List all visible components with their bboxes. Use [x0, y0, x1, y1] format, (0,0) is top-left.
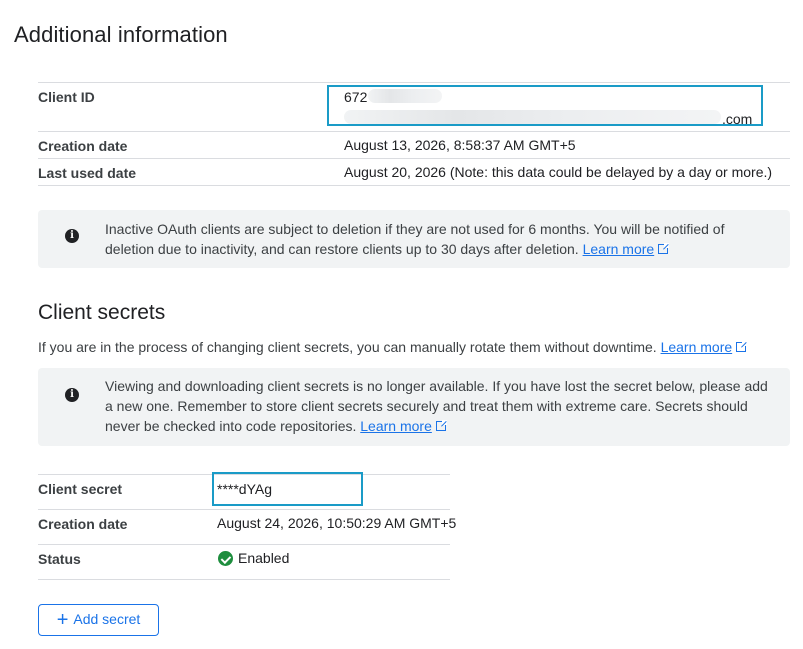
last-used-label: Last used date — [38, 165, 137, 181]
status-text: Enabled — [238, 550, 290, 566]
divider — [38, 82, 790, 83]
divider — [38, 185, 790, 186]
client-id-prefix: 672 — [344, 89, 368, 105]
client-secrets-title: Client secrets — [38, 301, 166, 324]
add-secret-label: Add secret — [73, 610, 141, 627]
external-link-icon — [435, 420, 447, 431]
divider — [38, 509, 450, 510]
learn-more-link[interactable]: Learn more — [583, 241, 655, 257]
inactive-clients-banner: i Inactive OAuth clients are subject to … — [38, 210, 790, 268]
learn-more-link[interactable]: Learn more — [661, 339, 733, 355]
client-id-redacted — [344, 110, 721, 124]
last-used-value: August 20, 2026 (Note: this data could b… — [344, 164, 773, 180]
learn-more-link[interactable]: Learn more — [360, 418, 432, 434]
secrets-warning-banner: i Viewing and downloading client secrets… — [38, 368, 790, 446]
add-secret-button[interactable]: + Add secret — [38, 604, 159, 636]
divider — [38, 158, 790, 159]
client-id-label: Client ID — [38, 89, 95, 105]
status-label: Status — [38, 551, 81, 567]
additional-info-title: Additional information — [14, 22, 228, 47]
info-icon: i — [65, 388, 79, 402]
client-id-suffix: .com — [722, 111, 753, 127]
creation-date-value: August 13, 2026, 8:58:37 AM GMT+5 — [344, 137, 576, 153]
client-secret-label: Client secret — [38, 481, 123, 497]
external-link-icon — [736, 341, 748, 352]
secret-creation-date-value: August 24, 2026, 10:50:29 AM GMT+5 — [217, 515, 457, 531]
divider — [38, 544, 450, 545]
divider — [38, 131, 790, 132]
client-id-redacted — [368, 89, 442, 103]
external-link-icon — [658, 243, 670, 254]
client-secrets-description: If you are in the process of changing cl… — [38, 339, 657, 355]
check-circle-icon — [218, 551, 233, 566]
creation-date-label: Creation date — [38, 138, 128, 154]
secret-creation-date-label: Creation date — [38, 516, 128, 532]
status-value: Enabled — [218, 550, 289, 566]
divider — [38, 579, 450, 580]
info-icon: i — [65, 229, 79, 243]
plus-icon: + — [56, 608, 69, 631]
client-secret-value: ****dYAg — [217, 481, 273, 497]
